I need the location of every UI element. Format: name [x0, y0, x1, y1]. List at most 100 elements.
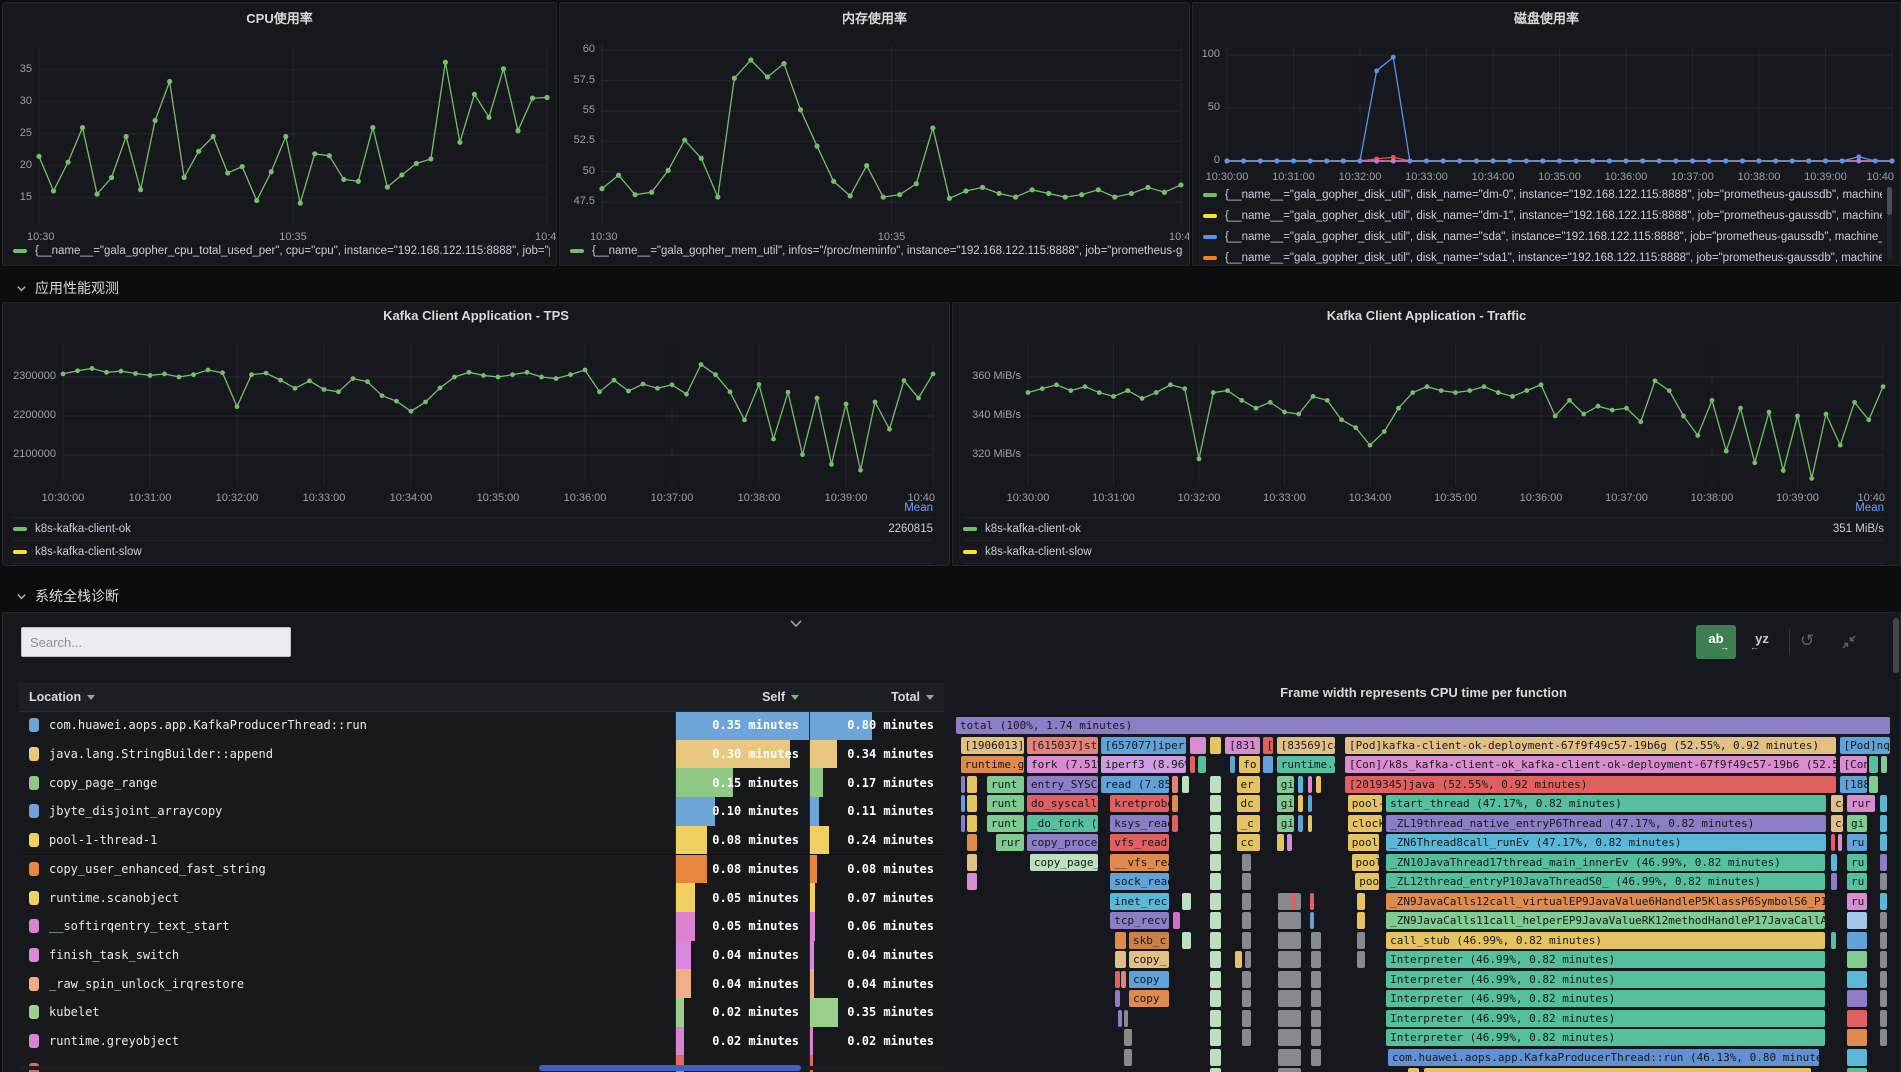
traffic-plot[interactable]: [1028, 343, 1883, 486]
flame-frame[interactable]: [1118, 1010, 1122, 1027]
flame-frame[interactable]: _ZL12thread_entryP10JavaThreadS0_ (46.99…: [1386, 873, 1824, 890]
flame-frame[interactable]: do_syscall_: [1027, 795, 1098, 812]
flame-frame[interactable]: [1242, 932, 1251, 949]
flame-frame[interactable]: [1311, 932, 1320, 949]
flame-frame[interactable]: [1287, 834, 1292, 851]
flame-frame[interactable]: skb_c: [1129, 932, 1169, 949]
flame-frame[interactable]: kretprobe: [1110, 795, 1169, 812]
flame-frame[interactable]: _ZN9JavaCalls12call_virtualEP9JavaValue6…: [1386, 893, 1824, 910]
flame-frame[interactable]: _c: [1237, 815, 1260, 832]
flame-frame[interactable]: [1210, 815, 1221, 832]
legend-label[interactable]: {__name__="gala_gopher_disk_util", disk_…: [1225, 252, 1882, 264]
flame-frame[interactable]: pool-1-: [1348, 795, 1383, 812]
flame-frame[interactable]: gi: [1277, 815, 1295, 832]
flame-frame[interactable]: [1242, 912, 1251, 929]
flame-frame[interactable]: [1277, 834, 1284, 851]
flame-frame[interactable]: [1308, 795, 1313, 812]
legend-label[interactable]: {__name__="gala_gopher_cpu_total_used_pe…: [35, 245, 550, 257]
flame-frame[interactable]: [967, 815, 977, 832]
legend-label[interactable]: {__name__="gala_gopher_disk_util", disk_…: [1225, 210, 1882, 222]
flame-frame[interactable]: [1210, 873, 1221, 890]
flame-frame[interactable]: [1210, 776, 1221, 793]
flame-frame[interactable]: [1210, 912, 1221, 929]
flame-frame[interactable]: clock_: [1348, 815, 1383, 832]
flame-frame[interactable]: [1115, 951, 1126, 968]
flame-frame[interactable]: _ZL19thread_native_entryP6Thread (47.17%…: [1386, 815, 1826, 832]
flame-frame[interactable]: fo: [1239, 756, 1260, 773]
flame-frame[interactable]: [1182, 932, 1190, 949]
flame-frame[interactable]: [1847, 932, 1867, 949]
flame-frame[interactable]: [1881, 756, 1887, 773]
flame-frame[interactable]: [1847, 1029, 1867, 1046]
table-row[interactable]: copy_page_range0.15 minutes0.17 minutes: [19, 768, 944, 798]
flame-frame[interactable]: [1847, 1068, 1867, 1072]
flame-frame[interactable]: [1210, 1068, 1221, 1072]
flame-frame[interactable]: rur: [1847, 795, 1875, 812]
flame-frame[interactable]: [1242, 893, 1251, 910]
panel-title-disk[interactable]: 磁盘使用率: [1193, 8, 1900, 27]
flame-frame[interactable]: _ZN10JavaThread17thread_main_innerEv (46…: [1386, 854, 1824, 871]
flame-frame[interactable]: [1298, 815, 1303, 832]
flame-frame[interactable]: [1278, 971, 1301, 988]
flame-frame[interactable]: [1831, 932, 1836, 949]
flame-frame[interactable]: [1311, 951, 1320, 968]
table-row[interactable]: pool-1-thread-10.08 minutes0.24 minutes: [19, 826, 944, 856]
search-input[interactable]: [21, 627, 291, 657]
flame-frame[interactable]: cc: [1237, 834, 1260, 851]
legend-label[interactable]: {__name__="gala_gopher_disk_util", disk_…: [1225, 231, 1882, 243]
flame-frame[interactable]: [1847, 912, 1867, 929]
flame-frame[interactable]: [1424, 1068, 1811, 1072]
page-scrollbar-thumb[interactable]: [1893, 618, 1899, 673]
flame-frame[interactable]: [1172, 815, 1178, 832]
table-row[interactable]: finish_task_switch0.04 minutes0.04 minut…: [19, 941, 944, 971]
flame-frame[interactable]: [1880, 873, 1887, 890]
flame-frame[interactable]: er: [1237, 776, 1260, 793]
flame-frame[interactable]: [1210, 1029, 1221, 1046]
flame-frame[interactable]: [967, 776, 977, 793]
flame-frame[interactable]: [967, 854, 977, 871]
flame-frame[interactable]: [1880, 1010, 1887, 1027]
flame-frame[interactable]: [1210, 1010, 1221, 1027]
flame-frame[interactable]: [1210, 795, 1221, 812]
flame-frame[interactable]: Interpreter (46.99%, 0.82 minutes): [1386, 1010, 1824, 1027]
flame-frame[interactable]: copy_page_: [1030, 854, 1098, 871]
flame-frame[interactable]: Interpreter (46.99%, 0.82 minutes): [1386, 951, 1824, 968]
flame-frame[interactable]: read (7.85%: [1101, 776, 1169, 793]
flame-frame[interactable]: [1869, 756, 1877, 773]
disk-legend-scrollbar-thumb[interactable]: [1887, 187, 1892, 215]
flame-frame[interactable]: __vfs_rea: [1110, 854, 1169, 871]
flame-frame[interactable]: [1278, 990, 1301, 1007]
flame-frame[interactable]: [1230, 756, 1235, 773]
flame-frame[interactable]: [1182, 893, 1190, 910]
flame-frame[interactable]: [1124, 1029, 1131, 1046]
table-hscrollbar-thumb[interactable]: [539, 1065, 801, 1071]
flame-frame[interactable]: [1245, 951, 1251, 968]
flame-frame[interactable]: [1298, 795, 1303, 812]
flame-frame[interactable]: copy_: [1129, 951, 1169, 968]
flame-frame[interactable]: pool1: [1355, 873, 1379, 890]
flame-frame[interactable]: [1242, 1029, 1251, 1046]
flame-frame[interactable]: [1408, 1068, 1419, 1072]
flame-frame[interactable]: [1880, 912, 1887, 929]
flame-frame[interactable]: [1172, 795, 1178, 812]
flame-frame[interactable]: [1316, 776, 1321, 793]
section-fullstack-diagnosis[interactable]: 系统全栈诊断: [16, 586, 119, 606]
flame-frame[interactable]: [1278, 893, 1301, 910]
flame-frame[interactable]: _ZN6Thread8call_runEv (47.17%, 0.82 minu…: [1386, 834, 1826, 851]
table-row[interactable]: runtime.greyobject0.02 minutes0.02 minut…: [19, 1027, 944, 1057]
flame-frame[interactable]: [967, 795, 977, 812]
disk-plot[interactable]: [1227, 48, 1892, 165]
flame-frame[interactable]: runtime.g: [1277, 756, 1335, 773]
flame-frame[interactable]: [83569]cad: [1277, 737, 1335, 754]
flame-frame[interactable]: [1210, 951, 1221, 968]
flame-frame[interactable]: [188139: [1840, 776, 1867, 793]
flame-frame[interactable]: [Con]/k8s_kafka-client-ok_kafka-client-o…: [1345, 756, 1836, 773]
flame-frame[interactable]: [1242, 1010, 1251, 1027]
flame-frame[interactable]: entry_SYSC: [1027, 776, 1098, 793]
flame-frame[interactable]: runt: [987, 776, 1024, 793]
flame-frame[interactable]: [1173, 912, 1180, 929]
legend-label[interactable]: {__name__="gala_gopher_disk_util", disk_…: [1225, 189, 1882, 201]
flame-frame[interactable]: [1308, 815, 1313, 832]
flame-frame[interactable]: [1278, 1068, 1301, 1072]
flame-frame[interactable]: [1311, 971, 1320, 988]
